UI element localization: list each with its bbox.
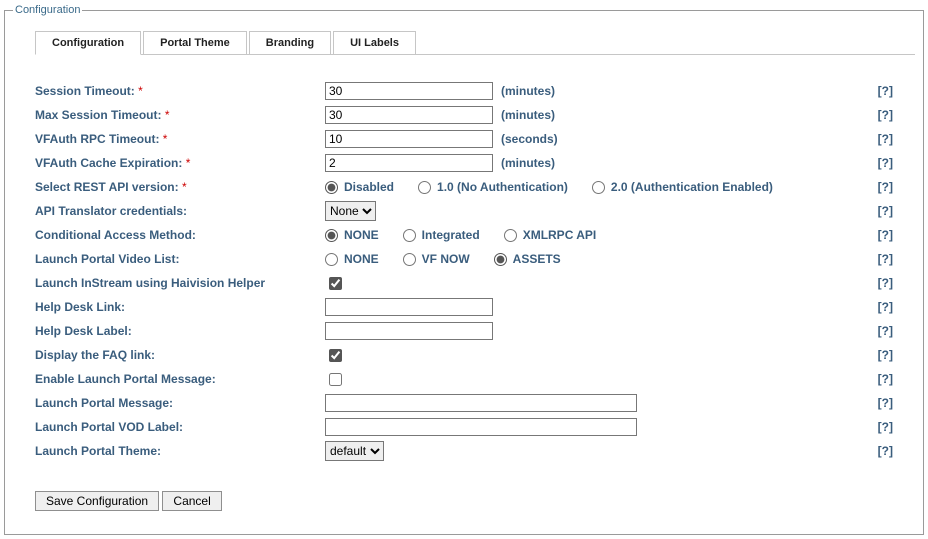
radio-cam-xmlrpc[interactable]: XMLRPC API: [504, 228, 597, 242]
label-launch-portal-video-list: Launch Portal Video List:: [35, 252, 325, 266]
tab-branding[interactable]: Branding: [249, 31, 331, 55]
radio-rest-disabled[interactable]: Disabled: [325, 180, 394, 194]
radio-vl-none[interactable]: NONE: [325, 252, 379, 266]
radiogroup-conditional-access: NONE Integrated XMLRPC API: [325, 228, 596, 242]
tab-ui-labels[interactable]: UI Labels: [333, 31, 416, 55]
configuration-fieldset: Configuration Configuration Portal Theme…: [4, 4, 924, 535]
help-launch-portal-video-list[interactable]: [?]: [863, 252, 893, 266]
help-help-desk-link[interactable]: [?]: [863, 300, 893, 314]
help-help-desk-label[interactable]: [?]: [863, 324, 893, 338]
label-vfauth-rpc-timeout: VFAuth RPC Timeout: *: [35, 132, 325, 146]
unit-minutes: (minutes): [501, 156, 555, 170]
row-display-faq-link: Display the FAQ link: [?]: [35, 343, 893, 367]
label-rest-api-version: Select REST API version: *: [35, 180, 325, 194]
row-enable-launch-portal-message: Enable Launch Portal Message: [?]: [35, 367, 893, 391]
checkbox-display-faq-link[interactable]: [329, 349, 342, 362]
checkbox-enable-launch-portal-message[interactable]: [329, 373, 342, 386]
radio-rest-20[interactable]: 2.0 (Authentication Enabled): [592, 180, 773, 194]
label-launch-portal-theme: Launch Portal Theme:: [35, 444, 325, 458]
input-session-timeout[interactable]: [325, 82, 493, 100]
radiogroup-video-list: NONE VF NOW ASSETS: [325, 252, 561, 266]
help-launch-portal-message[interactable]: [?]: [863, 396, 893, 410]
cancel-button[interactable]: Cancel: [162, 491, 221, 511]
radio-rest-10[interactable]: 1.0 (No Authentication): [418, 180, 568, 194]
radio-cam-none[interactable]: NONE: [325, 228, 379, 242]
help-vfauth-cache-expiration[interactable]: [?]: [863, 156, 893, 170]
select-launch-portal-theme[interactable]: default: [325, 441, 384, 461]
tab-portal-theme[interactable]: Portal Theme: [143, 31, 247, 55]
help-launch-portal-theme[interactable]: [?]: [863, 444, 893, 458]
radiogroup-rest-api: Disabled 1.0 (No Authentication) 2.0 (Au…: [325, 180, 773, 194]
unit-seconds: (seconds): [501, 132, 558, 146]
help-max-session-timeout[interactable]: [?]: [863, 108, 893, 122]
label-enable-launch-portal-message: Enable Launch Portal Message:: [35, 372, 325, 386]
label-launch-instream-haivision: Launch InStream using Haivision Helper: [35, 276, 365, 290]
row-help-desk-link: Help Desk Link: [?]: [35, 295, 893, 319]
row-help-desk-label: Help Desk Label: [?]: [35, 319, 893, 343]
help-vfauth-rpc-timeout[interactable]: [?]: [863, 132, 893, 146]
row-launch-portal-message: Launch Portal Message: [?]: [35, 391, 893, 415]
unit-minutes: (minutes): [501, 108, 555, 122]
save-button[interactable]: Save Configuration: [35, 491, 159, 511]
tab-configuration[interactable]: Configuration: [35, 31, 141, 55]
row-launch-portal-vod-label: Launch Portal VOD Label: [?]: [35, 415, 893, 439]
label-api-translator-credentials: API Translator credentials:: [35, 204, 325, 218]
label-max-session-timeout: Max Session Timeout: *: [35, 108, 325, 122]
help-display-faq-link[interactable]: [?]: [863, 348, 893, 362]
radio-cam-integrated[interactable]: Integrated: [403, 228, 480, 242]
label-vfauth-cache-expiration: VFAuth Cache Expiration: *: [35, 156, 325, 170]
button-bar: Save Configuration Cancel: [35, 491, 915, 511]
label-help-desk-label: Help Desk Label:: [35, 324, 325, 338]
input-vfauth-rpc-timeout[interactable]: [325, 130, 493, 148]
fieldset-legend: Configuration: [13, 4, 82, 16]
unit-minutes: (minutes): [501, 84, 555, 98]
tab-bar: Configuration Portal Theme Branding UI L…: [35, 30, 915, 55]
input-max-session-timeout[interactable]: [325, 106, 493, 124]
radio-vl-vfnow[interactable]: VF NOW: [403, 252, 470, 266]
row-conditional-access-method: Conditional Access Method: NONE Integrat…: [35, 223, 893, 247]
input-help-desk-link[interactable]: [325, 298, 493, 316]
input-vfauth-cache-expiration[interactable]: [325, 154, 493, 172]
help-api-translator-credentials[interactable]: [?]: [863, 204, 893, 218]
input-help-desk-label[interactable]: [325, 322, 493, 340]
label-help-desk-link: Help Desk Link:: [35, 300, 325, 314]
row-launch-portal-video-list: Launch Portal Video List: NONE VF NOW AS…: [35, 247, 893, 271]
row-session-timeout: Session Timeout: * (minutes) [?]: [35, 79, 893, 103]
row-api-translator-credentials: API Translator credentials: None [?]: [35, 199, 893, 223]
row-max-session-timeout: Max Session Timeout: * (minutes) [?]: [35, 103, 893, 127]
label-launch-portal-message: Launch Portal Message:: [35, 396, 325, 410]
row-rest-api-version: Select REST API version: * Disabled 1.0 …: [35, 175, 893, 199]
input-launch-portal-vod-label[interactable]: [325, 418, 637, 436]
row-launch-portal-theme: Launch Portal Theme: default [?]: [35, 439, 893, 463]
help-launch-instream-haivision[interactable]: [?]: [863, 276, 893, 290]
help-enable-launch-portal-message[interactable]: [?]: [863, 372, 893, 386]
help-rest-api-version[interactable]: [?]: [863, 180, 893, 194]
help-session-timeout[interactable]: [?]: [863, 84, 893, 98]
select-api-translator-credentials[interactable]: None: [325, 201, 376, 221]
input-launch-portal-message[interactable]: [325, 394, 637, 412]
row-vfauth-rpc-timeout: VFAuth RPC Timeout: * (seconds) [?]: [35, 127, 893, 151]
radio-vl-assets[interactable]: ASSETS: [494, 252, 561, 266]
label-conditional-access-method: Conditional Access Method:: [35, 228, 325, 242]
checkbox-launch-instream-haivision[interactable]: [329, 277, 342, 290]
row-launch-instream-haivision: Launch InStream using Haivision Helper […: [35, 271, 893, 295]
help-launch-portal-vod-label[interactable]: [?]: [863, 420, 893, 434]
label-session-timeout: Session Timeout: *: [35, 84, 325, 98]
help-conditional-access-method[interactable]: [?]: [863, 228, 893, 242]
row-vfauth-cache-expiration: VFAuth Cache Expiration: * (minutes) [?]: [35, 151, 893, 175]
label-launch-portal-vod-label: Launch Portal VOD Label:: [35, 420, 325, 434]
label-display-faq-link: Display the FAQ link:: [35, 348, 325, 362]
